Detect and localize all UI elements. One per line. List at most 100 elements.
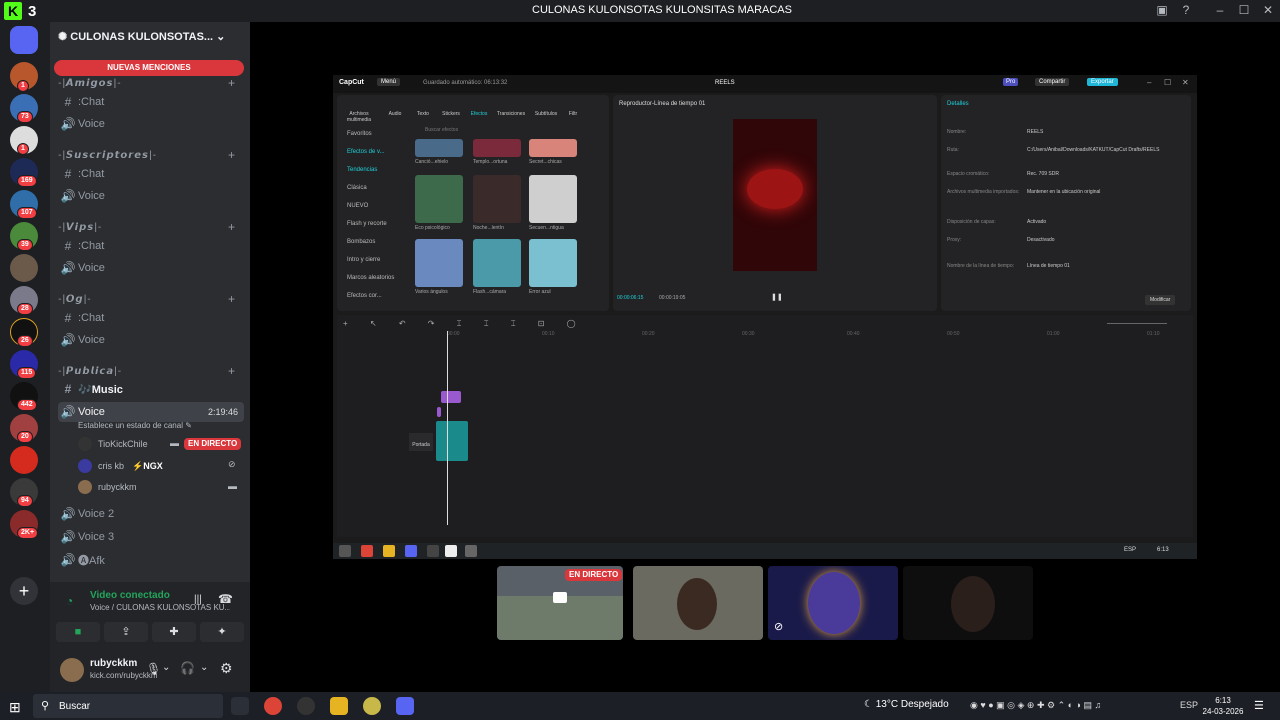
language-indicator[interactable]: ESP — [1180, 700, 1198, 710]
disconnect-icon[interactable]: ☎ — [218, 592, 233, 606]
effect-thumbnail[interactable] — [473, 239, 521, 287]
task-view-icon[interactable] — [231, 697, 249, 715]
add-server-button[interactable]: + — [10, 577, 38, 605]
playhead[interactable] — [447, 331, 448, 525]
add-channel-icon[interactable]: + — [228, 220, 235, 234]
taskbar-search[interactable]: ⚲ Buscar — [33, 694, 223, 718]
voice-user[interactable]: cris kb ⚡NGX — [78, 456, 163, 476]
participant-tile[interactable]: EN DIRECTO — [497, 566, 623, 640]
set-channel-status[interactable]: Establece un estado de canal ✎ — [78, 421, 192, 430]
effect-thumbnail[interactable] — [529, 239, 577, 287]
notifications-icon[interactable]: ☰ — [1254, 699, 1264, 712]
chrome-icon[interactable] — [264, 697, 282, 715]
capcut-menu-button[interactable]: Menú — [377, 78, 401, 86]
category-og[interactable]: -|𝙊𝙜|- — [58, 294, 92, 305]
category-publica[interactable]: -|𝙋𝙪𝙗𝙡𝙞𝙘𝙖|- — [58, 366, 122, 377]
new-mentions-banner[interactable]: NUEVAS MENCIONES — [54, 60, 244, 76]
chevron-down-icon[interactable]: ⌄ — [162, 662, 170, 673]
add-channel-icon[interactable]: + — [228, 364, 235, 378]
cover-button[interactable]: Portada — [409, 433, 433, 451]
sidebar-item-efectos-cor[interactable]: Efectos cor... — [341, 287, 401, 305]
minimize-button[interactable]: – — [1147, 78, 1151, 87]
effect-clip[interactable] — [437, 407, 441, 417]
tray-icons[interactable]: ◉ ♥ ● ▣ ◎ ◈ ⊕ ✚ ⚙ ⌃ ◐ ◑ ▤ ♫ — [970, 700, 1101, 711]
category-amigos[interactable]: -|𝘼𝙢𝙞𝙜𝙤𝙨|- — [58, 78, 121, 89]
channel-voice-3[interactable]: 🔊 Voice 3 — [58, 527, 244, 547]
add-channel-icon[interactable]: + — [228, 292, 235, 306]
headphones-icon[interactable]: 🎧 — [180, 661, 195, 675]
activities-button[interactable]: ✚ — [152, 622, 196, 642]
close-button[interactable]: ✕ — [1256, 3, 1280, 17]
settings-icon[interactable]: ⚙ — [220, 660, 233, 677]
effect-thumbnail[interactable] — [473, 175, 521, 223]
sidebar-item-marcos[interactable]: Marcos aleatorios — [341, 269, 401, 287]
channel-voice[interactable]: 🔊 Voice — [58, 330, 244, 350]
effect-thumbnail[interactable] — [415, 139, 463, 157]
sidebar-item-efectos[interactable]: Efectos de v... — [341, 143, 401, 161]
tool-stickers[interactable]: Stickers — [437, 95, 465, 121]
obs-icon[interactable] — [297, 697, 315, 715]
maximize-button[interactable]: ☐ — [1164, 78, 1171, 87]
effect-thumbnail[interactable] — [529, 139, 577, 157]
channel-voice-active[interactable]: 🔊 Voice 2:19:46 — [58, 402, 244, 422]
taskbar-clock[interactable]: 6:13 24-03-2026 — [1200, 695, 1246, 717]
server-name[interactable]: ✺ CULONAS KULONSOTAS... ⌄ — [58, 30, 244, 43]
voice-path[interactable]: Voice / CULONAS KULONSOTAS KU... — [90, 603, 230, 612]
sidebar-item-nuevo[interactable]: NUEVO — [341, 197, 401, 215]
capcut-window[interactable]: CapCut Menú Guardado automático: 06:13:3… — [333, 75, 1197, 559]
export-button[interactable]: Exportar — [1087, 78, 1118, 86]
close-button[interactable]: ✕ — [1182, 78, 1189, 87]
server-icon[interactable] — [10, 254, 38, 282]
tool-audio[interactable]: Audio — [381, 95, 409, 121]
sidebar-item-bombazos[interactable]: Bombazos — [341, 233, 401, 251]
category-suscriptores[interactable]: -|𝙎𝙪𝙨𝙘𝙧𝙞𝙥𝙩𝙤𝙧𝙚𝙨|- — [58, 150, 157, 161]
participant-tile[interactable] — [633, 566, 763, 640]
category-vips[interactable]: -|𝙑𝙞𝙥𝙨|- — [58, 222, 102, 233]
discord-icon[interactable] — [396, 697, 414, 715]
sidebar-item-clasica[interactable]: Clásica — [341, 179, 401, 197]
twitch-server-icon[interactable] — [10, 26, 38, 54]
channel-voice[interactable]: 🔊 Voice — [58, 186, 244, 206]
modify-button[interactable]: Modificar — [1145, 295, 1176, 305]
maximize-button[interactable]: ☐ — [1232, 3, 1256, 17]
effect-clip[interactable] — [441, 391, 461, 403]
tool-media[interactable]: Archivos multimedia — [337, 95, 381, 123]
channel-afk[interactable]: 🔊 🅐Afk — [58, 550, 244, 570]
channel-voice-2[interactable]: 🔊 Voice 2 — [58, 504, 244, 524]
effects-search[interactable]: Buscar efectos — [425, 127, 458, 133]
timeline-zoom-slider[interactable] — [1107, 323, 1167, 324]
tool-text[interactable]: Texto — [409, 95, 437, 121]
effect-thumbnail[interactable] — [415, 175, 463, 223]
participant-tile[interactable] — [903, 566, 1033, 640]
weather-widget[interactable]: ☾ 13°C Despejado — [864, 699, 949, 710]
share-button[interactable]: Compartir — [1035, 78, 1070, 86]
channel-chat[interactable]: #:Chat — [58, 236, 244, 256]
inbox-icon[interactable]: ▣ — [1150, 3, 1174, 17]
sidebar-item-flash[interactable]: Flash y recorte — [341, 215, 401, 233]
camera-button[interactable]: ■ — [56, 622, 100, 642]
help-icon[interactable]: ? — [1174, 3, 1198, 17]
chevron-down-icon[interactable]: ⌄ — [200, 662, 208, 673]
tool-transitions[interactable]: Transiciones — [493, 95, 529, 121]
soundboard-button[interactable]: ✦ — [200, 622, 244, 642]
tool-subtitles[interactable]: Subtítulos — [529, 95, 563, 121]
sidebar-item-favoritos[interactable]: Favoritos — [341, 125, 401, 143]
voice-user[interactable]: TioKickChile — [78, 434, 148, 454]
video-preview[interactable] — [733, 119, 817, 271]
effect-thumbnail[interactable] — [473, 139, 521, 157]
tool-filters[interactable]: Filtr — [563, 95, 583, 121]
noise-suppression-icon[interactable]: ||| — [194, 594, 202, 605]
channel-voice[interactable]: 🔊 Voice — [58, 114, 244, 134]
add-channel-icon[interactable]: + — [228, 148, 235, 162]
channel-chat[interactable]: #:Chat — [58, 92, 244, 112]
channel-music[interactable]: # 🎶Music — [58, 379, 244, 399]
video-clip[interactable] — [436, 421, 468, 461]
minimize-button[interactable]: – — [1208, 3, 1232, 17]
pause-icon[interactable]: ❚❚ — [771, 293, 783, 301]
add-channel-icon[interactable]: + — [228, 76, 235, 90]
screen-share-button[interactable]: ⇪ — [104, 622, 148, 642]
server-icon[interactable] — [10, 446, 38, 474]
sidebar-item-intro[interactable]: Intro y cierre — [341, 251, 401, 269]
file-explorer-icon[interactable] — [330, 697, 348, 715]
avatar[interactable] — [60, 658, 84, 682]
